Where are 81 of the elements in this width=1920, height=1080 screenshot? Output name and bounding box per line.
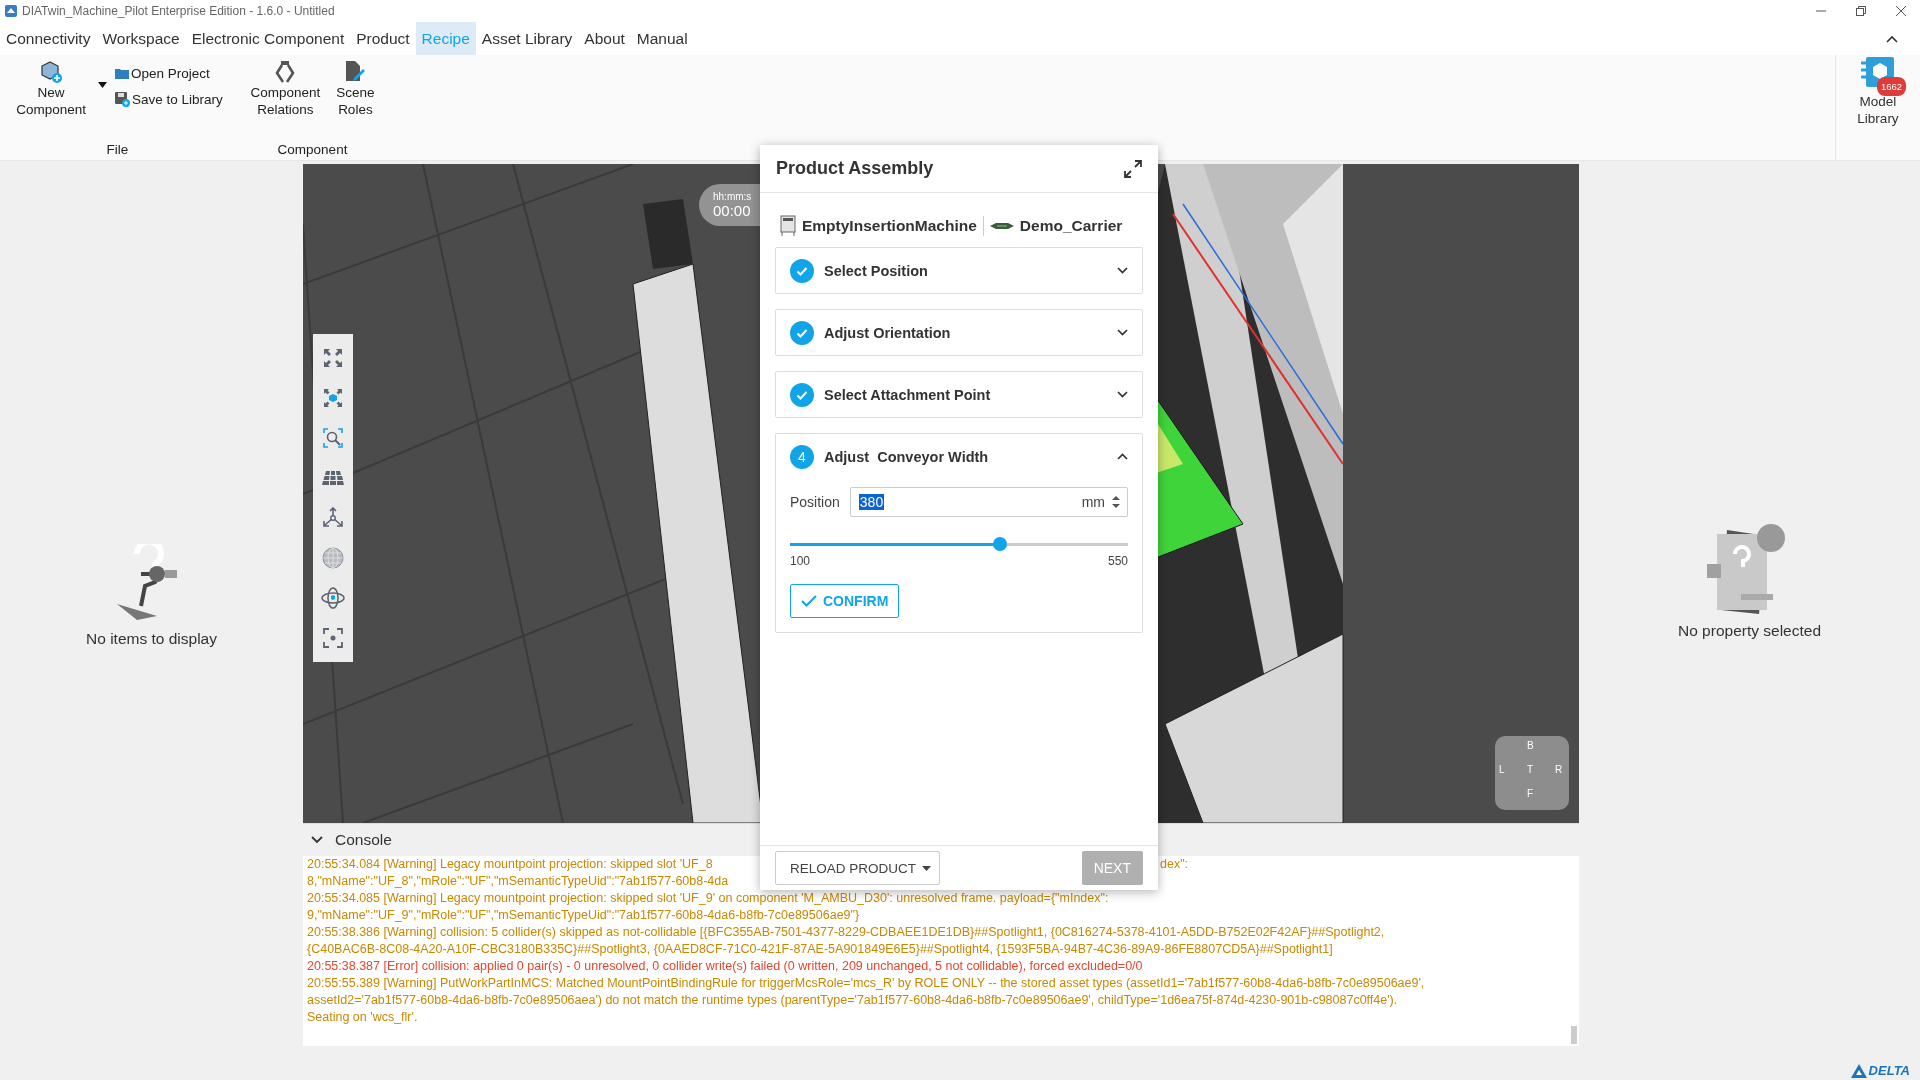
fit-selection-icon[interactable] [323,388,343,408]
group-label: File [106,142,129,157]
log-line: dex": [1160,856,1190,873]
machine-icon [780,215,796,237]
scene-roles-button[interactable]: Scene Roles [332,60,379,118]
model-library-button[interactable]: 1662 Model Library [1847,55,1909,160]
collapse-icon[interactable] [1886,34,1898,43]
app-icon [4,4,18,18]
close-icon[interactable] [1896,6,1906,16]
axes-icon[interactable] [322,507,344,529]
save-to-library-button[interactable]: Save to Library [115,88,223,110]
component-relations-button[interactable]: Component Relations [246,60,325,118]
floor-grid-icon[interactable] [322,470,344,486]
spinner-icon[interactable] [1111,494,1121,510]
log-line: 20:55:38.387 [Error] collision: applied 0 pair(s) - 0 unresolved, 0 collider write(s) failed (0 written, 209 unchanged, 5 not collidable), forced excluded=0/0 [307,959,1143,973]
step-header[interactable]: Select Attachment Point [776,372,1142,417]
expand-icon[interactable] [1124,159,1142,178]
dialog-title: Product Assembly [776,158,934,179]
count-badge: 1662 [1877,77,1907,96]
carrier-name: Demo_Carrier [1019,217,1123,235]
timer-display: hh:mm:s 00:00 [699,184,760,226]
cube-add-icon [39,60,64,84]
chevron-down-icon [1117,391,1128,398]
document-pen-icon [344,60,367,84]
company-logo: DELTA [1850,1063,1910,1078]
step-header[interactable]: Select Position [776,248,1142,293]
menu-tab[interactable]: Electronic Component [185,22,351,55]
log-line: 20:55:34.085 [Warning] Legacy mountpoint projection: skipped slot 'UF_9' on component 'M_AMBU_D30': unresolved frame. payload={"mIndex": [307,891,1109,905]
log-line: 8,"mName":"UF_8","mRole":"UF","mSemanticTypeUid":"7ab1f577-60b8-4da [307,874,729,888]
circuit-board-icon [989,221,1014,231]
reload-product-button[interactable]: RELOAD PRODUCT [775,851,940,885]
step-header[interactable]: 4 Adjust Conveyor Width [776,434,1142,479]
group-label: Component [277,142,348,157]
focus-icon[interactable] [323,628,343,648]
folder-icon [115,67,129,79]
menu-tab[interactable]: Product [350,22,416,55]
window-title: DIATwin_Machine_Pilot Enterprise Edition - 1.6.0 - Untitled [22,4,335,18]
menu-tab[interactable]: About [578,22,631,55]
log-line: 20:55:34.084 [Warning] Legacy mountpoint projection: skipped slot 'UF_8 [307,856,714,873]
dropdown-caret-icon[interactable] [98,82,107,88]
fit-all-icon[interactable] [323,348,343,368]
check-icon [801,595,817,607]
orbit-icon[interactable] [321,587,345,609]
empty-message: No property selected [1678,622,1821,640]
log-line: Seating on 'wcs_flr'. [307,1010,418,1024]
menu-tab[interactable]: Workspace [96,22,186,55]
check-circle-icon [790,258,814,283]
slider-thumb[interactable] [992,537,1007,551]
step-number: 4 [790,444,814,469]
caret-icon [922,865,931,871]
gripper-icon [275,60,296,84]
chevron-down-icon[interactable] [311,836,323,844]
log-line: assetId2='7ab1f577-60b8-4da6-b8fb-7c0e89506aea') do not match the runtime types (parentType='7ab1f577-60b8-4da6-b8fb-7c0e89506ae9', childType='1d6ea75f-874d-4230-901b-c98087c0ff4e'). [307,993,1398,1007]
menu-tab[interactable]: Connectivity [0,22,97,55]
slider-min-label: 100 [790,554,811,568]
new-component-button[interactable]: New Component [12,60,90,118]
menu-tab[interactable]: Asset Library [475,22,579,55]
machine-name: EmptyInsertionMachine [802,217,977,235]
position-field[interactable]: 380 mm [849,487,1128,517]
scrollbar-thumb[interactable] [1571,1026,1577,1044]
chevron-up-icon [1117,453,1128,460]
triangle-logo-icon [1850,1063,1867,1078]
log-line: 20:55:38.386 [Warning] collision: 5 collider(s) skipped as not-collidable [{BFC355AB-7501-4377-8229-CDBAEE1DE1DB}##Spotlight1, {0C816274-5378-4101-A5DD-B752E02F42AF}##Spotlight2, [307,925,1385,939]
floppy-add-icon [115,91,130,107]
console-title: Console [335,831,392,849]
check-circle-icon [790,382,814,407]
empty-message: No items to display [86,630,217,648]
zoom-region-icon[interactable] [323,428,343,448]
check-circle-icon [790,320,814,345]
chevron-down-icon [1117,267,1128,274]
sphere-icon[interactable] [322,547,344,569]
log-line: 9,"mName":"UF_9","mRole":"UF","mSemanticTypeUid":"7ab1f577-60b8-4da6-b8fb-7c0e89506ae9"} [307,908,860,922]
chevron-down-icon [1117,329,1128,336]
menu-tab[interactable]: Manual [630,22,694,55]
field-label: Position [790,494,840,510]
step-header[interactable]: Adjust Orientation [776,310,1142,355]
restore-icon[interactable] [1856,6,1866,16]
open-project-button[interactable]: Open Project [115,62,223,84]
log-line: 20:55:55.389 [Warning] PutWorkPartInMCS: Matched MountPointBindingRule for triggerMcsRole='mcs_R' by ROLE ONLY -- the stored asset types (assetId1='7ab1f577-60b8-4da6-b8fb-7c0e89506ae9', [307,976,1425,990]
log-line: {C40BAC6B-8C08-4A20-A10F-CBC3180B335C}##Spotlight3, {0AAED8CF-71C0-421F-87AE-5A901849E6E5}##Spotlight4, {1593F5BA-94B7-4C36-89A9-86FE8807CD5A}##Spotlight1] [307,942,1333,956]
slider-max-label: 550 [1107,554,1128,568]
